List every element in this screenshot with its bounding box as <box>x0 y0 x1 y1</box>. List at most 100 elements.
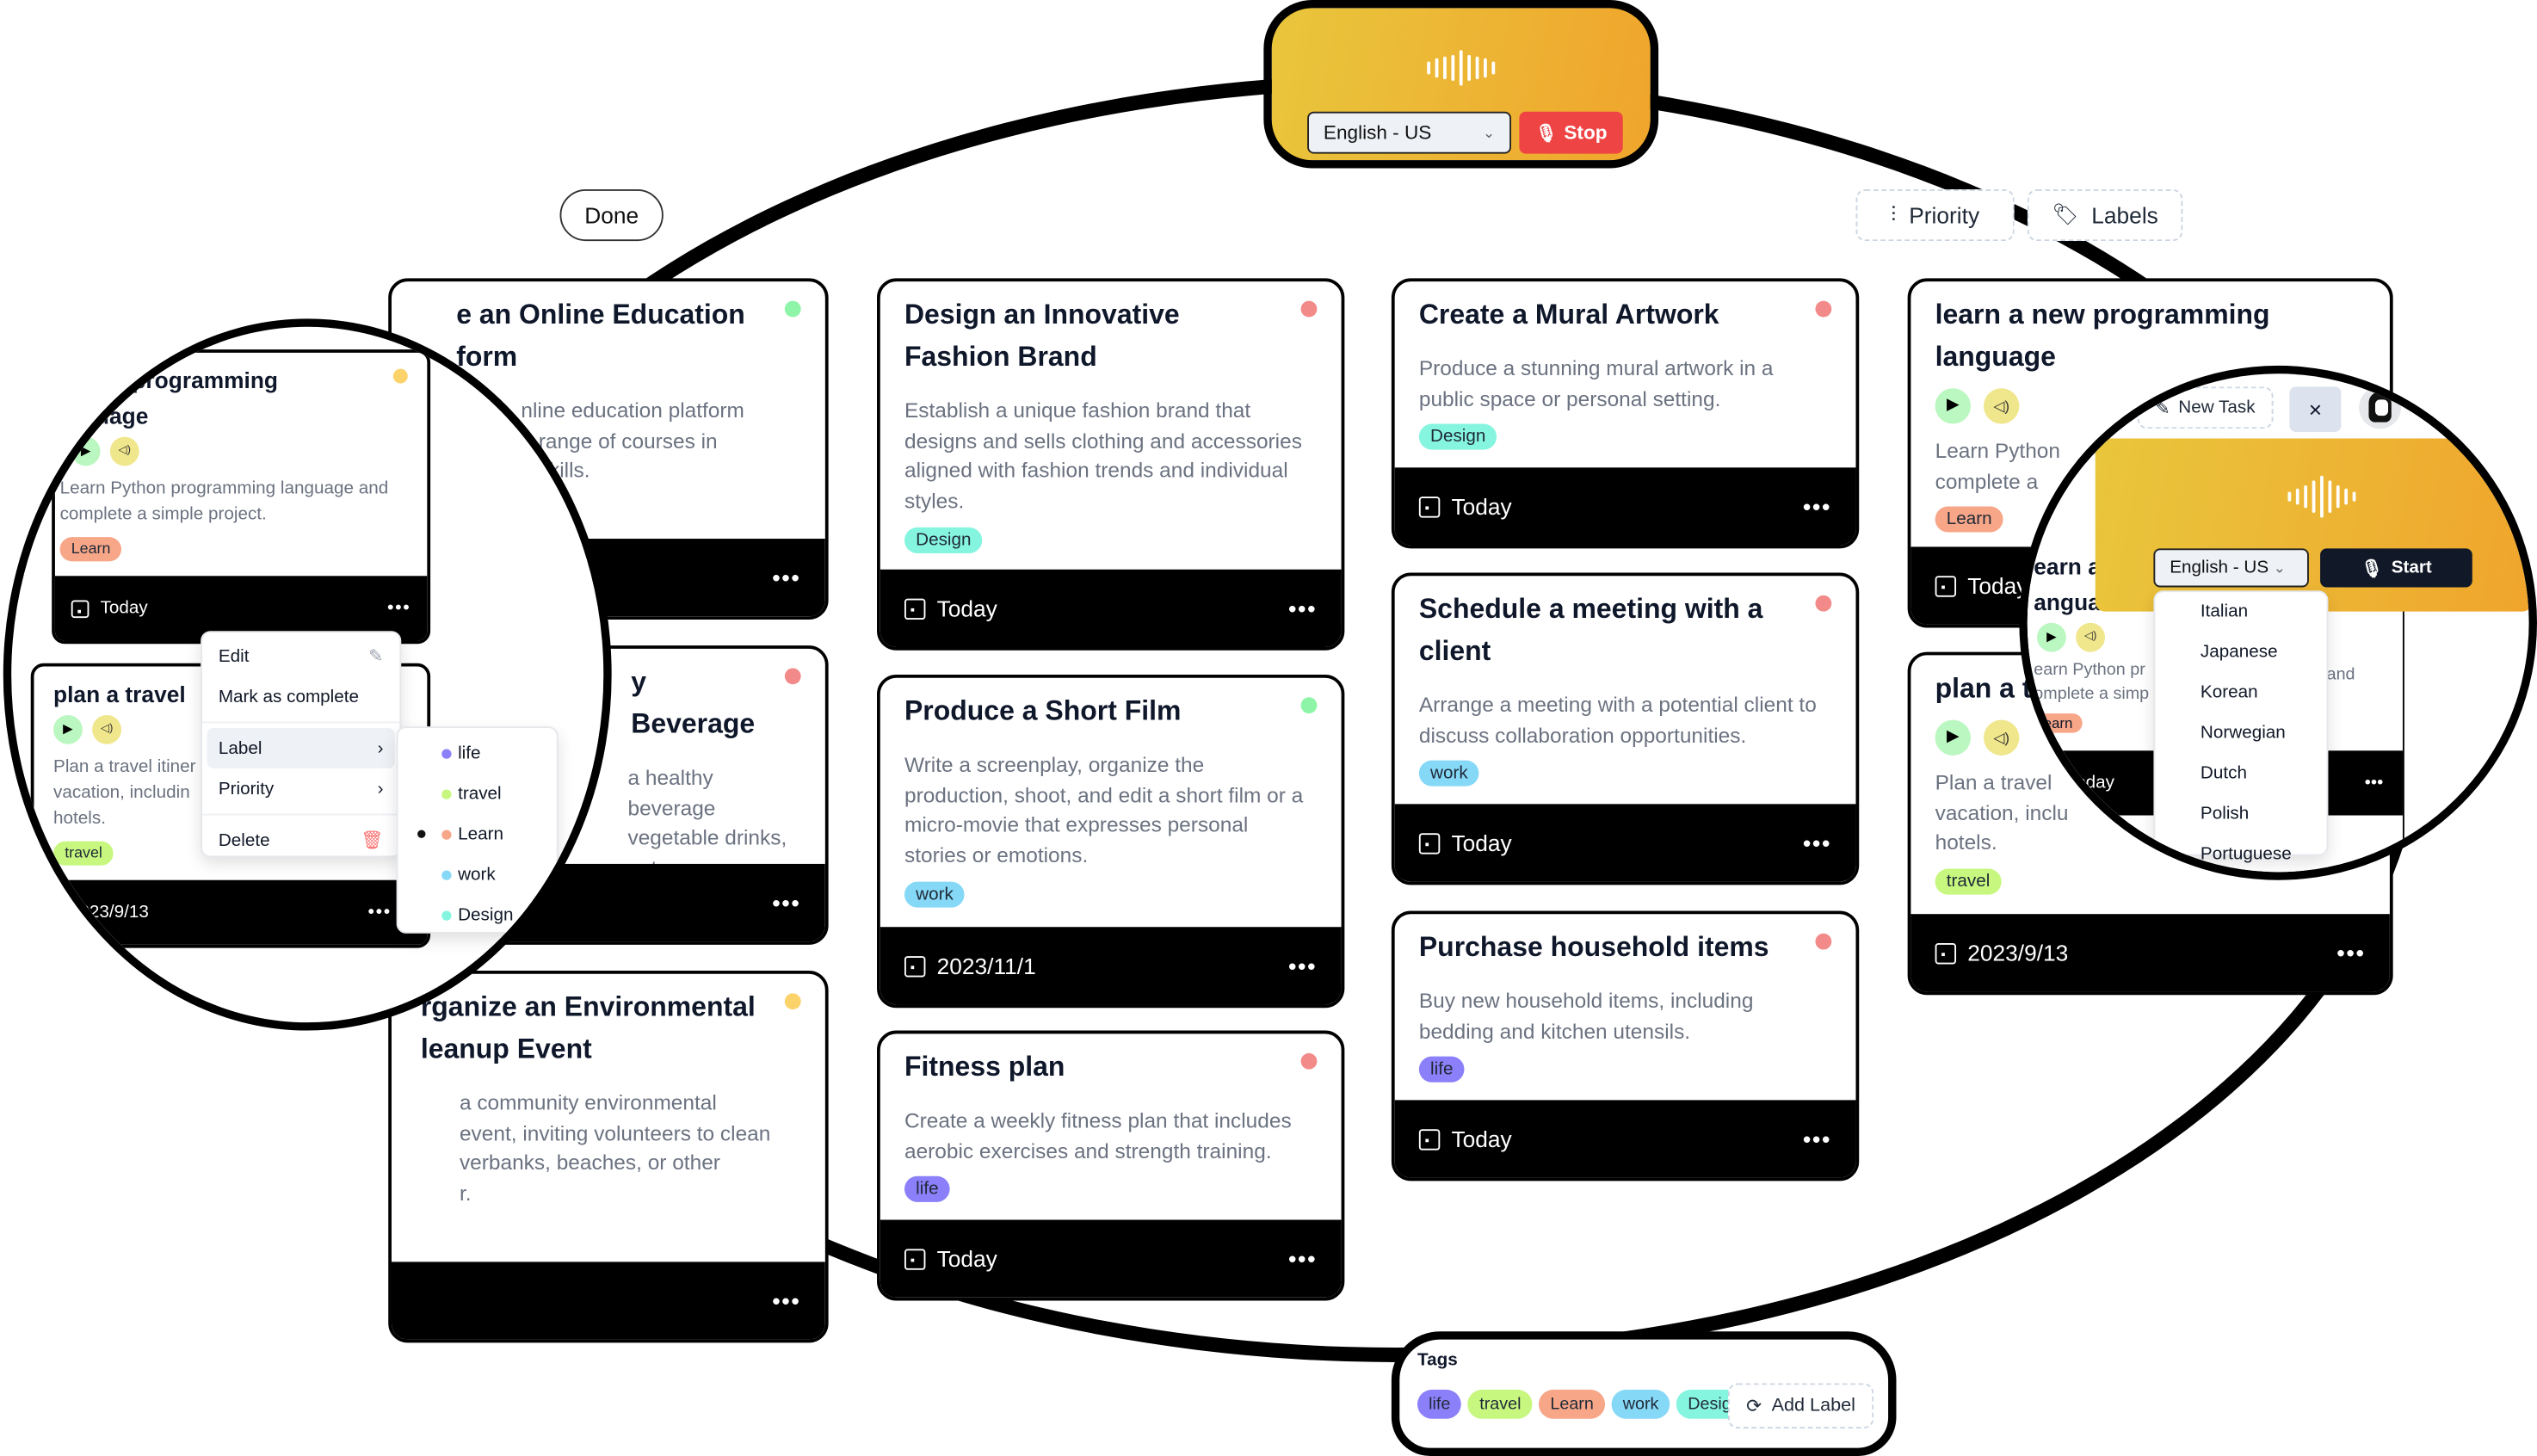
task-tag: work <box>904 881 965 908</box>
tag-chip-life[interactable]: life <box>1417 1389 1462 1419</box>
label-option[interactable]: Design <box>398 895 557 935</box>
menu-item-mark-complete[interactable]: Mark as complete <box>202 676 399 717</box>
more-options-icon[interactable]: ••• <box>2336 940 2365 966</box>
more-options-icon[interactable]: ••• <box>1288 595 1317 621</box>
desc-overflow: and <box>2326 664 2355 685</box>
due-date: 2023/9/13 <box>1967 940 2069 966</box>
more-options-icon[interactable]: ••• <box>387 599 410 619</box>
add-tag-icon: ⟳ <box>1746 1397 1762 1417</box>
add-label-button[interactable]: ⟳ Add Label <box>1727 1383 1874 1429</box>
more-options-icon[interactable]: ••• <box>1803 1126 1831 1151</box>
label-option-selected[interactable]: Learn <box>398 814 557 854</box>
more-options-icon[interactable]: ••• <box>368 903 392 922</box>
menu-item-edit[interactable]: Edit ✎ <box>202 636 399 676</box>
more-options-icon[interactable]: ••• <box>1803 493 1831 519</box>
menu-item-delete[interactable]: Delete 🗑︎ <box>202 820 399 861</box>
play-icon[interactable]: ▶ <box>53 714 83 744</box>
language-select[interactable]: English - US ⌄ <box>1307 111 1512 154</box>
task-card[interactable]: Schedule a meeting with a client Arrange… <box>1391 572 1860 885</box>
new-task-button[interactable]: ✎ New Task <box>2137 386 2274 429</box>
language-option[interactable]: Korean <box>2155 671 2326 712</box>
calendar-icon <box>1935 575 1957 596</box>
tag-list: life travel Learn work Design <box>1417 1389 1758 1419</box>
task-card[interactable]: rganize an Environmental leanup Event a … <box>388 971 829 1343</box>
more-options-icon[interactable]: ••• <box>772 890 800 916</box>
task-card[interactable]: Create a Mural Artwork Produce a stunnin… <box>1391 278 1860 549</box>
task-card[interactable]: Design an Innovative Fashion Brand Estab… <box>877 278 1345 651</box>
language-option[interactable]: Polish <box>2155 793 2326 833</box>
language-option[interactable]: Norwegian <box>2155 712 2326 752</box>
menu-divider <box>202 813 400 816</box>
priority-dot <box>392 368 408 384</box>
task-footer: Today ••• <box>1394 467 1856 546</box>
calendar-icon <box>904 1248 926 1269</box>
play-icon[interactable]: ▶ <box>1935 719 1971 756</box>
sliders-icon: ⫶ <box>1891 202 1897 227</box>
delete-label: Delete <box>218 830 270 850</box>
label-option-text: Design <box>458 904 514 925</box>
close-button[interactable]: × <box>2289 386 2342 432</box>
tag-color-dot <box>441 910 452 920</box>
priority-dot <box>1300 1052 1318 1070</box>
more-options-icon[interactable]: ••• <box>1288 953 1317 978</box>
zoom-lens-right: earn a angua ▶ ◁) earn Python pr omplete a … <box>2019 365 2537 880</box>
language-option[interactable]: Italian <box>2155 592 2326 631</box>
speaker-icon[interactable]: ◁) <box>2076 622 2106 652</box>
label-option-text: work <box>458 864 496 885</box>
start-button[interactable]: 🎙︎ Start <box>2320 548 2472 588</box>
avatar[interactable] <box>2359 386 2402 429</box>
language-option[interactable]: Dutch <box>2155 752 2326 793</box>
task-tag: Learn <box>59 537 122 562</box>
edit-label: Edit <box>218 646 250 666</box>
done-label: Done <box>584 202 639 229</box>
speaker-icon[interactable]: ◁) <box>92 714 122 744</box>
speaker-icon[interactable]: ◁) <box>1984 719 2020 756</box>
task-description: Buy new household items, including beddi… <box>1418 988 1754 1044</box>
language-select[interactable]: English - US ⌄ <box>2153 548 2309 588</box>
voice-recorder-panel: English - US ⌄ 🎙︎ Start <box>2095 438 2529 612</box>
task-card[interactable]: ew programming uage ▶ ◁) Learn Python pro… <box>52 349 431 645</box>
task-card[interactable]: Produce a Short Film Write a screenplay,… <box>877 674 1345 1009</box>
start-label: Start <box>2391 558 2432 578</box>
more-options-icon[interactable]: ••• <box>2365 774 2384 793</box>
priority-label: Priority <box>1909 202 1980 229</box>
more-options-icon[interactable]: ••• <box>1803 830 1831 855</box>
tags-panel: Tags life travel Learn work Design ⟳ Add… <box>1391 1331 1897 1456</box>
due-date: 2023/9/13 <box>69 903 149 922</box>
tag-chip-learn[interactable]: Learn <box>1539 1389 1606 1419</box>
label-option[interactable]: life <box>398 733 557 774</box>
done-filter-button[interactable]: Done <box>559 188 664 242</box>
tag-chip-work[interactable]: work <box>1611 1389 1670 1419</box>
more-options-icon[interactable]: ••• <box>772 1287 800 1313</box>
task-description: Learn Python programming language and co… <box>59 478 389 525</box>
mark-complete-label: Mark as complete <box>218 687 360 706</box>
due-date: Today <box>936 595 997 621</box>
label-option[interactable]: travel <box>398 774 557 814</box>
language-option[interactable]: Portuguese <box>2155 833 2326 872</box>
task-tag: life <box>904 1176 950 1203</box>
priority-filter-button[interactable]: ⫶ Priority <box>1855 188 2015 242</box>
label-option[interactable]: work <box>398 854 557 895</box>
task-card[interactable]: Fitness plan Create a weekly fitness pla… <box>877 1030 1345 1301</box>
play-icon[interactable]: ▶ <box>1935 388 1971 424</box>
language-option[interactable]: Japanese <box>2155 631 2326 671</box>
more-options-icon[interactable]: ••• <box>1288 1246 1317 1272</box>
speaker-icon[interactable]: ◁) <box>1984 388 2020 424</box>
tag-chip-travel[interactable]: travel <box>1468 1389 1533 1419</box>
more-options-icon[interactable]: ••• <box>772 565 800 590</box>
play-icon[interactable]: ▶ <box>71 436 101 466</box>
task-description: Arrange a meeting with a potential clien… <box>1418 692 1817 748</box>
label-option-text: life <box>458 743 481 763</box>
labels-filter-button[interactable]: 🏷︎ Labels <box>2027 188 2183 242</box>
menu-item-priority[interactable]: Priority › <box>202 768 399 809</box>
menu-item-label[interactable]: Label › <box>207 728 395 768</box>
play-icon[interactable]: ▶ <box>2037 622 2066 652</box>
close-icon: × <box>2308 396 2323 423</box>
task-tag: travel <box>53 842 114 867</box>
task-card[interactable]: Purchase household items Buy new househo… <box>1391 910 1860 1181</box>
task-title: Fitness plan <box>904 1052 1065 1083</box>
speaker-icon[interactable]: ◁) <box>109 436 139 466</box>
task-footer: 2023/9/13 ••• <box>34 879 428 945</box>
calendar-icon <box>1935 942 1957 964</box>
stop-button[interactable]: 🎙︎ Stop <box>1519 111 1623 154</box>
